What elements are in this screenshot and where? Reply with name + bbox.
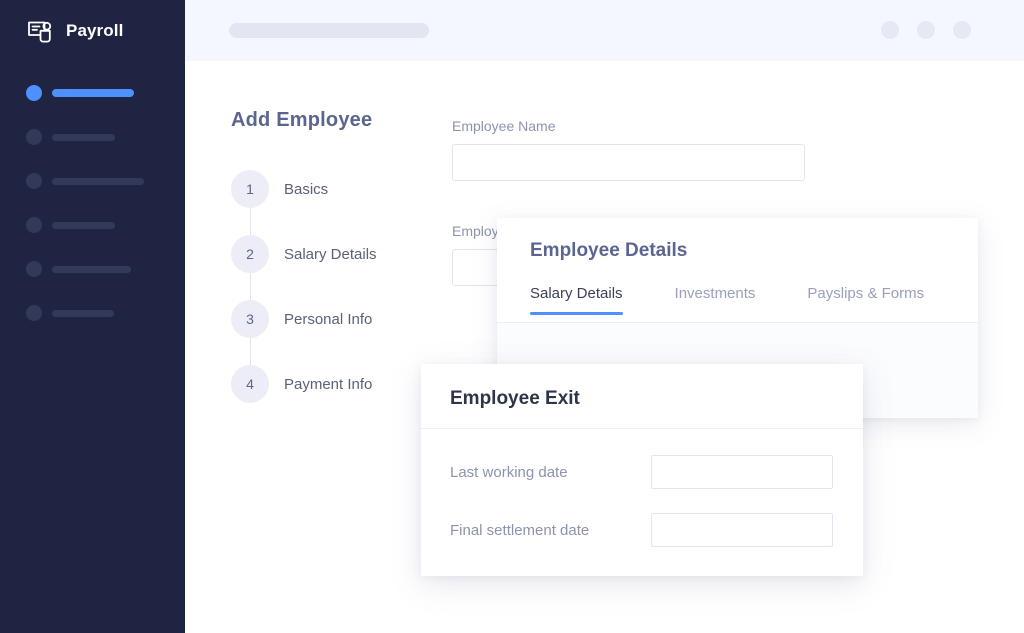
step-4-number: 4 <box>231 365 269 403</box>
sidebar-item-5-dot-icon <box>26 261 42 277</box>
step-1-label: Basics <box>284 180 329 198</box>
employee-name-input[interactable] <box>452 144 805 181</box>
sidebar-item-4-label-placeholder <box>52 221 115 229</box>
sidebar-item-2[interactable] <box>0 128 185 146</box>
sidebar-item-4[interactable] <box>0 216 185 234</box>
final-settlement-date-input[interactable] <box>651 513 833 547</box>
add-employee-stepper: Add Employee 1 Basics 2 Salary Details 3… <box>231 109 377 403</box>
sidebar-item-2-label-placeholder <box>52 133 115 141</box>
sidebar-item-1-label-placeholder <box>52 89 134 97</box>
step-1-number: 1 <box>231 170 269 208</box>
page-title: Add Employee <box>231 109 373 131</box>
header-actions <box>881 21 971 39</box>
header-circle-2-icon[interactable] <box>917 21 935 39</box>
last-working-date-row: Last working date <box>450 455 834 489</box>
header-circle-3-icon[interactable] <box>953 21 971 39</box>
employee-details-tabs: Salary Details Investments Payslips & Fo… <box>530 285 924 315</box>
employee-name-field-group: Employee Name <box>452 118 807 181</box>
step-2-number: 2 <box>231 235 269 273</box>
tab-salary-details[interactable]: Salary Details <box>530 285 623 315</box>
step-item-payment-info[interactable]: 4 Payment Info <box>231 365 377 403</box>
sidebar-item-4-dot-icon <box>26 217 42 233</box>
step-4-label: Payment Info <box>284 375 373 393</box>
employee-details-title: Employee Details <box>530 240 688 261</box>
sidebar-item-1[interactable] <box>0 84 185 102</box>
tab-investments[interactable]: Investments <box>675 285 756 315</box>
final-settlement-date-label: Final settlement date <box>450 521 590 539</box>
step-list: 1 Basics 2 Salary Details 3 Personal Inf… <box>231 170 377 403</box>
step-item-personal-info[interactable]: 3 Personal Info <box>231 300 377 365</box>
employee-exit-divider <box>421 428 863 429</box>
app-window: Payroll Add Employee 1 Basics 2 Salary D… <box>0 0 1024 633</box>
employee-exit-title: Employee Exit <box>450 388 580 409</box>
top-header-bar <box>185 0 1024 61</box>
header-title-placeholder <box>229 23 429 38</box>
sidebar-item-3[interactable] <box>0 172 185 190</box>
sidebar-item-6-dot-icon <box>26 305 42 321</box>
final-settlement-date-row: Final settlement date <box>450 513 834 547</box>
brand-logo[interactable]: Payroll <box>26 16 123 46</box>
step-3-label: Personal Info <box>284 310 373 328</box>
sidebar: Payroll <box>0 0 185 633</box>
step-2-label: Salary Details <box>284 245 377 263</box>
header-circle-1-icon[interactable] <box>881 21 899 39</box>
payslip-document-icon <box>28 21 52 43</box>
employee-name-label: Employee Name <box>452 118 556 134</box>
sidebar-item-5-label-placeholder <box>52 265 131 273</box>
employee-exit-card: Employee Exit Last working date Final se… <box>421 364 863 576</box>
sidebar-item-6[interactable] <box>0 304 185 322</box>
tab-payslips-and-forms[interactable]: Payslips & Forms <box>807 285 924 315</box>
sidebar-item-5[interactable] <box>0 260 185 278</box>
sidebar-nav <box>0 84 185 348</box>
sidebar-item-2-dot-icon <box>26 129 42 145</box>
sidebar-item-6-label-placeholder <box>52 309 114 317</box>
step-item-salary-details[interactable]: 2 Salary Details <box>231 235 377 300</box>
sidebar-item-3-dot-icon <box>26 173 42 189</box>
last-working-date-label: Last working date <box>450 463 568 481</box>
step-item-basics[interactable]: 1 Basics <box>231 170 377 235</box>
sidebar-item-3-label-placeholder <box>52 177 144 185</box>
brand-name: Payroll <box>66 21 124 40</box>
last-working-date-input[interactable] <box>651 455 833 489</box>
sidebar-item-1-dot-icon <box>26 85 42 101</box>
main-content: Add Employee 1 Basics 2 Salary Details 3… <box>185 61 1024 633</box>
step-3-number: 3 <box>231 300 269 338</box>
